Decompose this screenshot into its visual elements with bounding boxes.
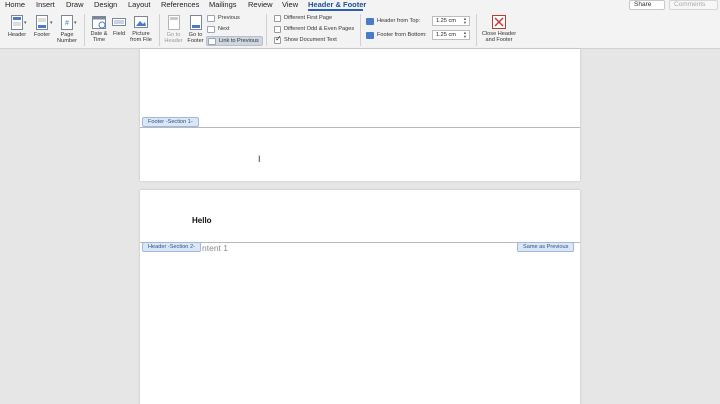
go-to-footer-button[interactable]: Go to Footer — [185, 15, 206, 44]
show-document-text-label: Show Document Text — [284, 37, 337, 43]
footer-from-bottom-label-group: Footer from Bottom: — [366, 31, 427, 39]
tab-insert[interactable]: Insert — [36, 0, 55, 10]
different-first-page-label: Different First Page — [284, 15, 333, 21]
document-page-1[interactable]: Footer -Section 1- I — [140, 49, 580, 181]
header-from-top-input[interactable]: 1.25 cm ▲ ▼ — [432, 16, 470, 26]
header-section-2-tag: Header -Section 2- — [142, 242, 201, 252]
show-document-text-option[interactable]: Show Document Text — [274, 35, 337, 44]
header-from-top-value: 1.25 cm — [436, 18, 456, 24]
header-from-top-label-group: Header from Top: — [366, 17, 420, 25]
previous-icon — [207, 14, 215, 22]
footer-from-bottom-label: Footer from Bottom: — [377, 32, 427, 38]
picture-from-file-button[interactable]: Picture from File — [129, 15, 153, 43]
previous-label: Previous — [218, 15, 240, 21]
tab-home[interactable]: Home — [5, 0, 25, 10]
document-page-2[interactable]: Hello Header -Section 2- Same as Previou… — [140, 190, 580, 404]
different-first-page-option[interactable]: Different First Page — [274, 14, 332, 22]
field-button[interactable]: Field — [111, 15, 127, 37]
next-button[interactable]: Next — [207, 25, 230, 33]
next-icon — [207, 25, 215, 33]
different-odd-even-option[interactable]: Different Odd & Even Pages — [274, 25, 354, 33]
link-icon — [208, 37, 216, 45]
header-from-top-label: Header from Top: — [377, 18, 421, 24]
footer-section-1-tag: Footer -Section 1- — [142, 117, 199, 127]
share-label: Share — [634, 1, 652, 8]
body-text[interactable]: ntent 1 — [202, 243, 228, 253]
footer-position-icon — [366, 31, 374, 39]
different-odd-even-checkbox[interactable] — [274, 25, 281, 33]
show-document-text-checkbox[interactable] — [274, 35, 282, 44]
close-label-2: and Footer — [485, 37, 513, 43]
page-number-icon: # — [61, 15, 73, 30]
ribbon-tab-bar: Home Insert Draw Design Layout Reference… — [0, 0, 720, 11]
header-section-2-label: Header -Section 2- — [148, 244, 195, 250]
date-time-button[interactable]: Date & Time — [88, 15, 110, 43]
footer-dropdown-icon[interactable]: ▾ — [50, 20, 53, 26]
same-as-previous-label: Same as Previous — [523, 244, 569, 250]
header-position-icon — [366, 17, 374, 25]
comments-label: Comments — [674, 1, 706, 8]
go-to-footer-label-2: Footer — [187, 38, 204, 44]
ribbon-separator — [476, 14, 477, 46]
calendar-icon — [92, 16, 106, 29]
tab-references[interactable]: References — [161, 0, 199, 10]
tab-design[interactable]: Design — [94, 0, 117, 10]
go-to-footer-icon — [189, 15, 202, 30]
footer-button-label: Footer — [33, 32, 51, 38]
different-odd-even-label: Different Odd & Even Pages — [284, 26, 355, 32]
tab-draw[interactable]: Draw — [66, 0, 84, 10]
header-icon — [11, 15, 23, 30]
go-to-header-button[interactable]: Go to Header — [163, 15, 184, 44]
go-to-header-icon — [167, 15, 180, 30]
ribbon-separator — [266, 14, 267, 46]
tab-mailings[interactable]: Mailings — [209, 0, 237, 10]
previous-button[interactable]: Previous — [207, 14, 240, 22]
next-label: Next — [218, 26, 230, 32]
footer-button[interactable]: Footer — [31, 15, 53, 38]
header-text[interactable]: Hello — [192, 216, 212, 225]
go-to-header-label-2: Header — [164, 38, 183, 44]
footer-section-1-label: Footer -Section 1- — [148, 119, 193, 125]
footer-icon — [36, 15, 48, 30]
close-icon — [492, 15, 506, 29]
picture-label-2: from File — [130, 37, 152, 43]
spinner-arrows-icon[interactable]: ▲ ▼ — [463, 31, 467, 39]
header-button[interactable]: Header — [6, 15, 28, 38]
tab-review[interactable]: Review — [248, 0, 273, 10]
page-number-dropdown-icon[interactable]: ▾ — [74, 20, 77, 26]
footer-from-bottom-value: 1.25 cm — [436, 32, 456, 38]
svg-text:#: # — [65, 20, 69, 27]
share-button[interactable]: Share — [629, 0, 665, 10]
ribbon-separator — [159, 14, 160, 46]
picture-icon — [134, 16, 148, 28]
header-button-label: Header — [7, 32, 27, 38]
footer-from-bottom-input[interactable]: 1.25 cm ▲ ▼ — [432, 30, 470, 40]
same-as-previous-tag: Same as Previous — [517, 242, 575, 252]
spinner-arrows-icon[interactable]: ▲ ▼ — [463, 17, 467, 25]
comments-button[interactable]: Comments — [669, 0, 718, 10]
ribbon-separator — [360, 14, 361, 46]
field-label: Field — [112, 31, 126, 37]
field-icon — [112, 18, 126, 26]
header-dropdown-icon[interactable]: ▾ — [24, 20, 27, 26]
tab-layout[interactable]: Layout — [128, 0, 151, 10]
page-number-label-2: Number — [57, 38, 77, 44]
link-to-previous-label: Link to Previous — [219, 38, 259, 44]
link-to-previous-button[interactable]: Link to Previous — [206, 36, 263, 46]
ribbon-toolbar: Header ▾ Footer ▾ # Page Number ▾ Date &… — [0, 11, 720, 49]
footer-boundary-line — [140, 127, 580, 128]
date-time-label-2: Time — [92, 37, 106, 43]
text-cursor-icon: I — [258, 154, 261, 164]
ribbon-separator — [84, 14, 85, 46]
tab-view[interactable]: View — [282, 0, 298, 10]
different-first-page-checkbox[interactable] — [274, 14, 281, 22]
close-header-footer-button[interactable]: Close Header and Footer — [480, 15, 518, 43]
